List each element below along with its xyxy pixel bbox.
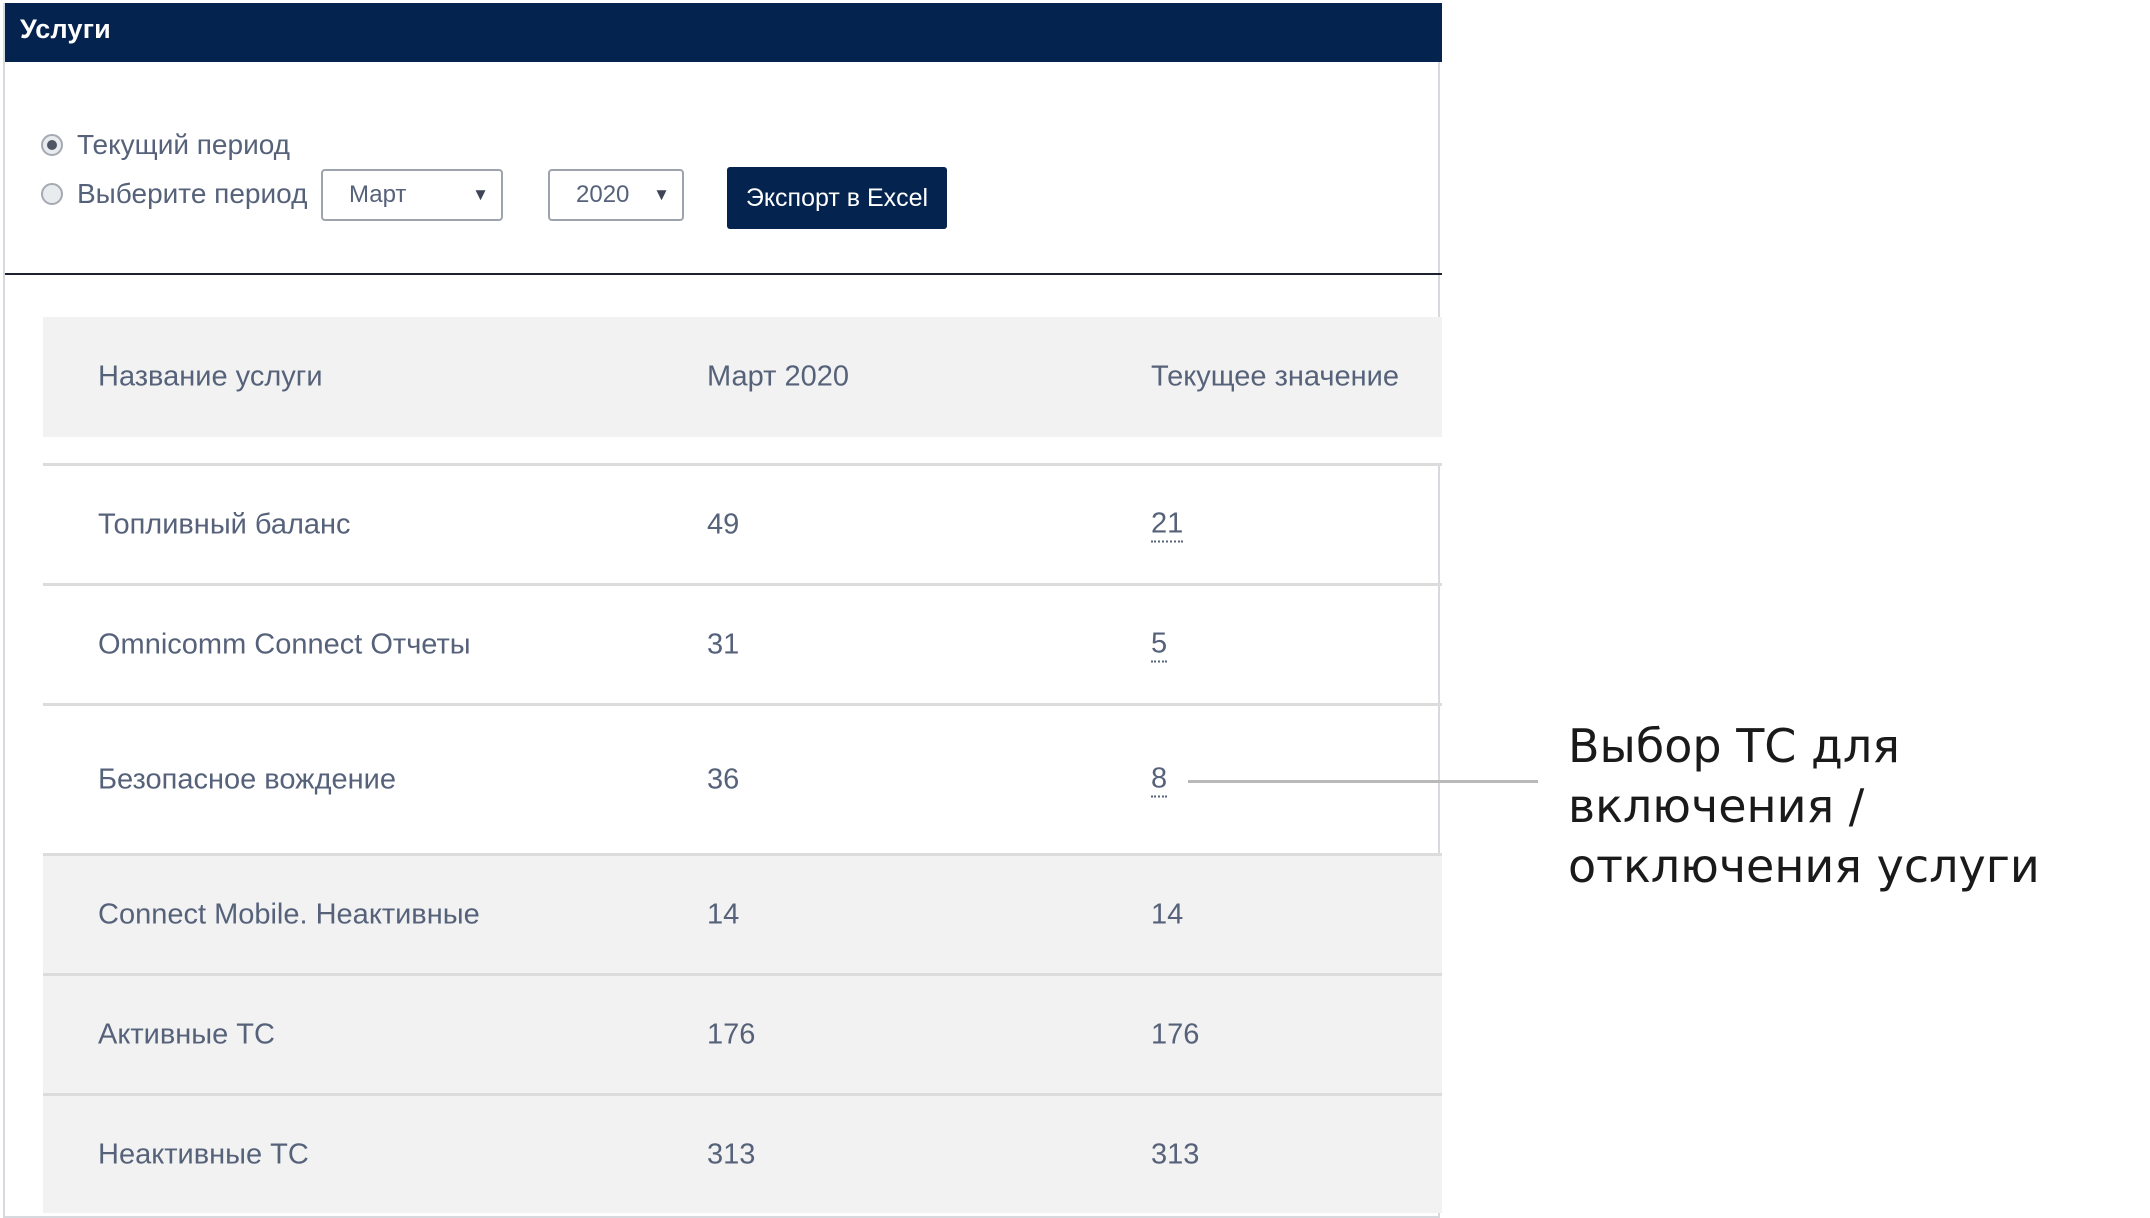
- table-row: Connect Mobile. Неактивные 14 14: [43, 853, 1442, 973]
- radio-select-period[interactable]: Выберите период: [41, 174, 307, 214]
- column-header-service-name: Название услуги: [98, 360, 323, 393]
- current-value: 313: [1151, 1138, 1200, 1170]
- callout-connector-line: [1188, 780, 1538, 783]
- table-row: Топливный баланс 49 21: [43, 463, 1442, 583]
- radio-unselected-icon[interactable]: [41, 183, 63, 205]
- year-select[interactable]: 2020 ▼: [548, 169, 684, 221]
- service-name: Топливный баланс: [98, 508, 351, 540]
- export-excel-button[interactable]: Экспорт в Excel: [727, 167, 947, 229]
- current-value-link[interactable]: 5: [1151, 627, 1168, 662]
- table-row: Omnicomm Connect Отчеты 31 5: [43, 583, 1442, 703]
- column-header-march: Март 2020: [707, 360, 849, 393]
- service-name: Connect Mobile. Неактивные: [98, 898, 480, 930]
- month-select[interactable]: Март ▼: [321, 169, 503, 221]
- service-name: Неактивные ТС: [98, 1138, 309, 1170]
- callout-line-2: отключения услуги: [1568, 839, 2040, 893]
- current-value-link[interactable]: 8: [1151, 762, 1168, 797]
- chevron-down-icon: ▼: [472, 185, 489, 204]
- panel-title: Услуги: [20, 14, 111, 44]
- service-name: Безопасное вождение: [98, 763, 396, 795]
- radio-current-period-label: Текущий период: [77, 129, 291, 160]
- radio-current-period[interactable]: Текущий период: [41, 125, 290, 165]
- march-value: 36: [707, 763, 740, 795]
- service-name: Активные ТС: [98, 1018, 275, 1050]
- year-select-value: 2020: [576, 181, 630, 208]
- current-value-link[interactable]: 21: [1151, 507, 1184, 542]
- current-value: 14: [1151, 898, 1184, 930]
- section-divider: [5, 273, 1442, 275]
- services-table: Название услуги Март 2020 Текущее значен…: [43, 317, 1442, 1213]
- services-panel: Услуги Текущий период Выберите период Ма…: [3, 3, 1442, 1218]
- column-header-current: Текущее значение: [1151, 360, 1399, 393]
- march-value: 313: [707, 1138, 756, 1170]
- table-header-row: Название услуги Март 2020 Текущее значен…: [43, 317, 1442, 437]
- header-gap: [43, 437, 1442, 463]
- current-value: 176: [1151, 1018, 1200, 1050]
- panel-header: Услуги: [5, 3, 1442, 62]
- callout-annotation: Выбор ТС для включения / отключения услу…: [1568, 716, 2148, 896]
- march-value: 14: [707, 898, 740, 930]
- march-value: 49: [707, 508, 740, 540]
- radio-selected-icon[interactable]: [41, 134, 63, 156]
- table-row: Неактивные ТС 313 313: [43, 1093, 1442, 1213]
- table-row: Безопасное вождение 36 8: [43, 703, 1442, 853]
- table-row: Активные ТС 176 176: [43, 973, 1442, 1093]
- month-select-value: Март: [349, 181, 407, 208]
- radio-select-period-label: Выберите период: [77, 178, 308, 209]
- chevron-down-icon: ▼: [653, 185, 670, 204]
- callout-line-1: Выбор ТС для включения /: [1568, 719, 1900, 833]
- march-value: 176: [707, 1018, 756, 1050]
- service-name: Omnicomm Connect Отчеты: [98, 628, 471, 660]
- march-value: 31: [707, 628, 740, 660]
